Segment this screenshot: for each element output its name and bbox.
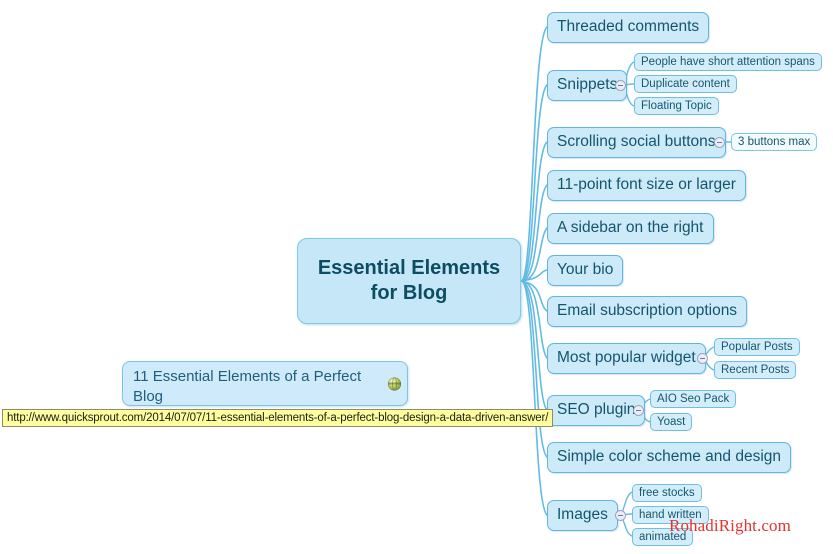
subtopic-aio-seo-pack[interactable]: AIO Seo Pack <box>650 390 737 408</box>
subtopic-popular-posts[interactable]: Popular Posts <box>714 338 800 356</box>
subtopic-3-buttons-max[interactable]: 3 buttons max <box>731 133 818 151</box>
collapse-toggle-images[interactable] <box>615 510 626 521</box>
subtopic-label: Recent Posts <box>721 363 790 376</box>
watermark: RohadiRight.com <box>669 516 791 535</box>
topic-label: Email subscription options <box>557 302 738 319</box>
topic-simple-color-scheme[interactable]: Simple color scheme and design <box>547 442 792 473</box>
subtopic-label: Yoast <box>657 415 686 428</box>
topic-most-popular-widget[interactable]: Most popular widget <box>547 343 706 374</box>
topic-email-subscription-options[interactable]: Email subscription options <box>547 296 748 327</box>
topic-label: Images <box>557 506 608 523</box>
topic-your-bio[interactable]: Your bio <box>547 255 624 286</box>
topic-label: Threaded comments <box>557 18 700 35</box>
topic-seo-plugin[interactable]: SEO plugin <box>547 395 646 426</box>
subtopic-label: 3 buttons max <box>738 135 811 148</box>
topic-label: Most popular widget <box>557 349 696 366</box>
collapse-toggle-seo-plugin[interactable] <box>633 405 644 416</box>
mindmap-canvas: Essential Elements for Blog Threaded com… <box>0 0 833 554</box>
floating-topic-blog-article[interactable]: 11 Essential Elements of a Perfect Blog … <box>122 361 408 426</box>
subtopic-floating-topic[interactable]: Floating Topic <box>634 97 719 115</box>
subtopic-label: Floating Topic <box>641 99 712 112</box>
subtopic-duplicate-content[interactable]: Duplicate content <box>634 75 737 93</box>
subtopic-recent-posts[interactable]: Recent Posts <box>714 361 797 379</box>
topic-images[interactable]: Images <box>547 500 618 531</box>
subtopic-label: People have short attention spans <box>641 55 815 68</box>
url-tooltip: http://www.quicksprout.com/2014/07/07/11… <box>2 409 554 427</box>
topic-label: Scrolling social buttons <box>557 133 716 150</box>
subtopic-yoast[interactable]: Yoast <box>650 413 693 431</box>
subtopic-free-stocks[interactable]: free stocks <box>632 484 702 502</box>
topic-sidebar-on-the-right[interactable]: A sidebar on the right <box>547 213 714 244</box>
root-topic-line1: Essential Elements <box>317 257 501 279</box>
topic-scrolling-social-buttons[interactable]: Scrolling social buttons <box>547 127 726 158</box>
subtopic-label: AIO Seo Pack <box>657 392 730 405</box>
subtopic-attention-spans[interactable]: People have short attention spans <box>634 53 822 71</box>
subtopic-label: Duplicate content <box>641 77 730 90</box>
floating-topic-line1: 11 Essential Elements of a Perfect Blog <box>133 368 362 406</box>
globe-hyperlink-icon[interactable] <box>388 377 401 390</box>
collapse-toggle-most-popular-widget[interactable] <box>697 353 708 364</box>
topic-label: SEO plugin <box>557 401 636 418</box>
topic-label: Snippets <box>557 76 618 93</box>
topic-label: 11-point font size or larger <box>557 176 736 193</box>
subtopic-label: free stocks <box>639 486 695 499</box>
topic-threaded-comments[interactable]: Threaded comments <box>547 12 710 43</box>
collapse-toggle-snippets[interactable] <box>615 80 626 91</box>
topic-label: Your bio <box>557 261 614 278</box>
collapse-toggle-scrolling-social-buttons[interactable] <box>714 137 725 148</box>
root-topic-line2: for Blog <box>370 282 448 304</box>
topic-label: A sidebar on the right <box>557 219 704 236</box>
root-topic[interactable]: Essential Elements for Blog <box>297 238 521 324</box>
topic-font-size[interactable]: 11-point font size or larger <box>547 170 746 201</box>
topic-label: Simple color scheme and design <box>557 448 782 465</box>
subtopic-label: Popular Posts <box>721 340 793 353</box>
